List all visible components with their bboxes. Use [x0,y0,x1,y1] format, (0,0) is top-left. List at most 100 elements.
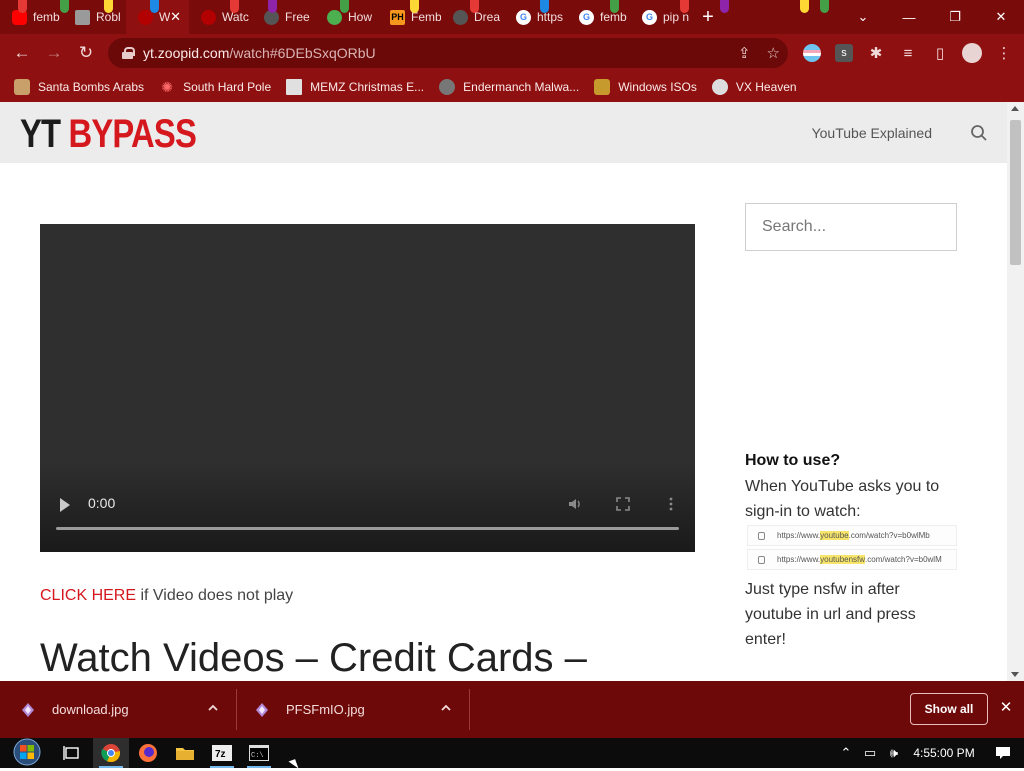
back-button[interactable]: ← [6,37,38,69]
flag-extension-icon[interactable] [796,37,828,69]
close-tab-icon[interactable]: ✕ [170,9,181,25]
creature-icon [453,9,468,25]
tab-title: Drea [474,10,501,24]
search-icon[interactable] [970,124,988,142]
example-url-suffix: .com/watch?v=b0wlM [865,555,942,564]
network-icon[interactable]: ▭ [858,738,882,768]
bookmark-windows-isos[interactable]: Windows ISOs [594,79,697,95]
tab-4[interactable]: Free [252,0,315,34]
bookmark-label: MEMZ Christmas E... [310,80,425,94]
task-view-icon[interactable] [54,738,90,768]
volume-icon[interactable]: 🕪 [882,738,906,768]
scroll-down-arrow-icon[interactable] [1011,672,1019,677]
web-page: YT BYPASS YouTube Explained 0:00 CLICK HE… [0,102,1007,681]
christmas-light-icon [18,0,27,13]
how-to-use-heading: How to use? [745,452,841,469]
puzzle-extensions-icon[interactable]: ✱ [860,37,892,69]
bookmark-label: Windows ISOs [618,80,697,94]
window-controls: ⌄ — ❐ ✕ [840,0,1024,34]
christmas-light-icon [470,0,479,13]
chrome-icon[interactable] [93,738,129,768]
media-control-icon[interactable]: ≡ [892,37,924,69]
address-bar[interactable]: yt.zoopid.com/watch#6DEbSxqORbU ⇪ ☆ [108,38,788,68]
site-header: YT BYPASS YouTube Explained [0,102,1007,163]
scroll-up-arrow-icon[interactable] [1011,106,1019,111]
browser-toolbar: ← → ↻ yt.zoopid.com/watch#6DEbSxqORbU ⇪ … [0,34,1024,72]
action-center-icon[interactable] [982,738,1024,768]
chevron-up-icon[interactable] [440,702,452,714]
tab-strip: femb Robl W ✕ Watc Free How PH Femb Drea G… [0,0,1024,34]
show-hidden-icons-chevron-icon[interactable]: ⌃ [834,738,858,768]
new-tab-button[interactable]: + [693,0,723,34]
more-options-icon[interactable] [668,496,674,512]
scroll-thumb[interactable] [1010,120,1021,265]
christmas-light-icon [410,0,419,13]
tab-1[interactable]: Robl [63,0,126,34]
s-extension-icon[interactable]: s [828,37,860,69]
forward-button[interactable]: → [38,37,70,69]
firefox-icon[interactable] [130,738,166,768]
fullscreen-icon[interactable] [615,496,631,512]
tab-8[interactable]: Ghttps [504,0,567,34]
share-icon[interactable]: ⇪ [738,44,751,62]
close-download-bar-icon[interactable]: ✕ [998,700,1014,716]
site-logo[interactable]: YT BYPASS [20,112,197,157]
taskbar-clock[interactable]: 4:55:00 PM [906,746,982,760]
bookmark-memz-christmas[interactable]: MEMZ Christmas E... [286,79,424,95]
red-logo-icon [201,9,216,25]
start-button-icon[interactable] [10,738,44,768]
show-all-downloads-button[interactable]: Show all [910,693,988,725]
restore-button[interactable]: ❐ [932,0,978,34]
tab-0[interactable]: femb [0,0,63,34]
chevron-up-icon[interactable] [207,702,219,714]
close-window-button[interactable]: ✕ [978,0,1024,34]
download-bar: download.jpg PFSFmIO.jpg Show all ✕ [0,681,1024,738]
minimize-button[interactable]: — [886,0,932,34]
cmd-icon[interactable]: C:\ [241,738,277,768]
lock-icon[interactable] [122,47,135,59]
download-item[interactable]: download.jpg [20,681,240,738]
reload-button[interactable]: ↻ [70,37,102,69]
profile-avatar[interactable] [956,37,988,69]
tab-title: W [159,10,171,24]
tab-title: Free [285,10,310,24]
url-host: yt.zoopid.com [143,45,230,61]
trophy-icon [594,79,611,95]
tab-3[interactable]: Watc [189,0,252,34]
example-url-suffix: .com/watch?v=b0wlMb [848,531,930,540]
bookmark-vx-heaven[interactable]: VX Heaven [711,79,797,95]
fallback-line: CLICK HERE if Video does not play [40,587,293,605]
volume-icon[interactable] [567,496,583,512]
side-panel-icon[interactable]: ▯ [924,37,956,69]
tab-search-chevron-icon[interactable]: ⌄ [840,0,886,34]
bookmark-label: South Hard Pole [183,80,272,94]
system-tray: ⌃ ▭ 🕪 4:55:00 PM [834,738,1024,768]
download-filename: PFSFmIO.jpg [286,702,365,717]
nav-youtube-explained[interactable]: YouTube Explained [812,125,932,141]
bookmark-south-hard-pole[interactable]: ✺ South Hard Pole [159,79,271,95]
address-bar-actions: ⇪ ☆ [738,38,780,68]
click-here-link[interactable]: CLICK HERE [40,587,136,604]
page-scrollbar[interactable] [1007,102,1024,681]
video-player[interactable]: 0:00 [40,224,695,552]
christmas-light-icon [610,0,619,13]
sidebar-search-input[interactable]: Search... [745,203,957,251]
download-item[interactable]: PFSFmIO.jpg [254,681,464,738]
file-explorer-icon[interactable] [167,738,203,768]
video-progress-bar[interactable] [56,527,679,530]
download-divider [469,689,470,730]
bookmark-star-icon[interactable]: ☆ [767,44,780,62]
bookmark-santa-bombs-arabs[interactable]: Santa Bombs Arabs [14,79,144,95]
tab-9[interactable]: Gfemb [567,0,630,34]
christmas-light-icon [680,0,689,13]
7zip-icon[interactable]: 7z [204,738,240,768]
chrome-menu-icon[interactable]: ⋮ [988,37,1020,69]
christmas-light-icon [540,0,549,13]
download-divider [236,689,237,730]
play-icon[interactable] [60,498,70,512]
bookmark-endermanch-malware[interactable]: Endermanch Malwa... [439,79,579,95]
christmas-light-icon [150,0,159,13]
candle-icon [14,79,30,95]
windows-taskbar: 7z C:\ ⌃ ▭ 🕪 4:55:00 PM [0,738,1024,768]
green-circle-icon [327,9,342,25]
